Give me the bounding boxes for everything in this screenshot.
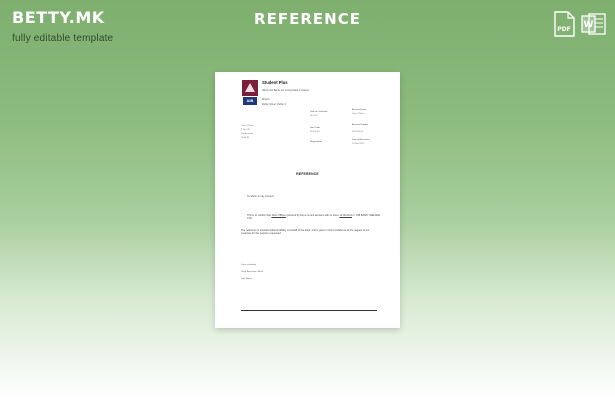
address-line-4: DUBLIN bbox=[241, 137, 250, 139]
right-field-value-3: 14 Nov 2012 bbox=[352, 143, 365, 145]
right-field-label-1: Account Name bbox=[352, 109, 367, 111]
pdf-icon[interactable]: PDF bbox=[553, 11, 575, 37]
word-icon[interactable]: W bbox=[581, 11, 606, 37]
document-preview[interactable]: AIB Student Plus Allied Irish Banks plc … bbox=[215, 72, 400, 328]
right-field-value-1: John O'Brien bbox=[352, 113, 365, 115]
signature-line bbox=[241, 310, 377, 311]
mid-field-value-1: 01.04.17 bbox=[310, 115, 319, 117]
bank-line-1: Allied Irish Banks plc Incorporated in I… bbox=[262, 89, 309, 92]
closing-line-3: Jack Byrne bbox=[241, 278, 252, 280]
right-field-label-2: Account Number bbox=[352, 124, 369, 126]
salutation: To whom it may concern bbox=[247, 195, 274, 198]
address-line-1: John O'Brien bbox=[241, 125, 254, 127]
paragraph-2: The reference is provided without liabil… bbox=[241, 229, 370, 236]
word-label: W bbox=[583, 20, 594, 30]
bank-line-3: Dublin Street, Dublin 2 bbox=[262, 103, 286, 106]
mid-field-value-2: 93-XX-XX bbox=[310, 131, 320, 133]
brand-tagline: fully editable template bbox=[12, 33, 114, 44]
product-title: Student Plus bbox=[262, 80, 288, 85]
address-line-2: 2 Flat 2B bbox=[241, 129, 250, 131]
paragraph-1-mid: (account #) has a current account with u… bbox=[285, 214, 340, 217]
closing-line-2: Chief Executive Officer bbox=[241, 271, 264, 273]
right-field-value-2: 44XXXXXX bbox=[352, 131, 364, 133]
paragraph-1: This is to confirm that John O'Brien (ac… bbox=[247, 214, 385, 221]
pdf-label: PDF bbox=[557, 26, 571, 33]
bank-line-2: Branch bbox=[262, 98, 270, 101]
aib-logo-text: AIB bbox=[246, 98, 254, 103]
document-heading: REFERENCE bbox=[296, 172, 319, 176]
mid-field-label-3: Registration bbox=[310, 141, 322, 143]
closing-line-1: Yours sincerely, bbox=[241, 264, 257, 266]
format-icons: PDF W bbox=[553, 11, 606, 37]
right-field-label-3: Date of Reference bbox=[352, 139, 370, 141]
page-title: REFERENCE bbox=[254, 10, 361, 28]
address-line-3: Sandymount bbox=[241, 133, 254, 135]
paragraph-1-name: John O'Brien bbox=[271, 214, 286, 217]
paragraph-1-date: 12.09.2012 bbox=[339, 214, 352, 217]
mid-field-label-1: Date of Certificate bbox=[310, 111, 328, 113]
mid-field-label-2: Sort Code bbox=[310, 127, 320, 129]
